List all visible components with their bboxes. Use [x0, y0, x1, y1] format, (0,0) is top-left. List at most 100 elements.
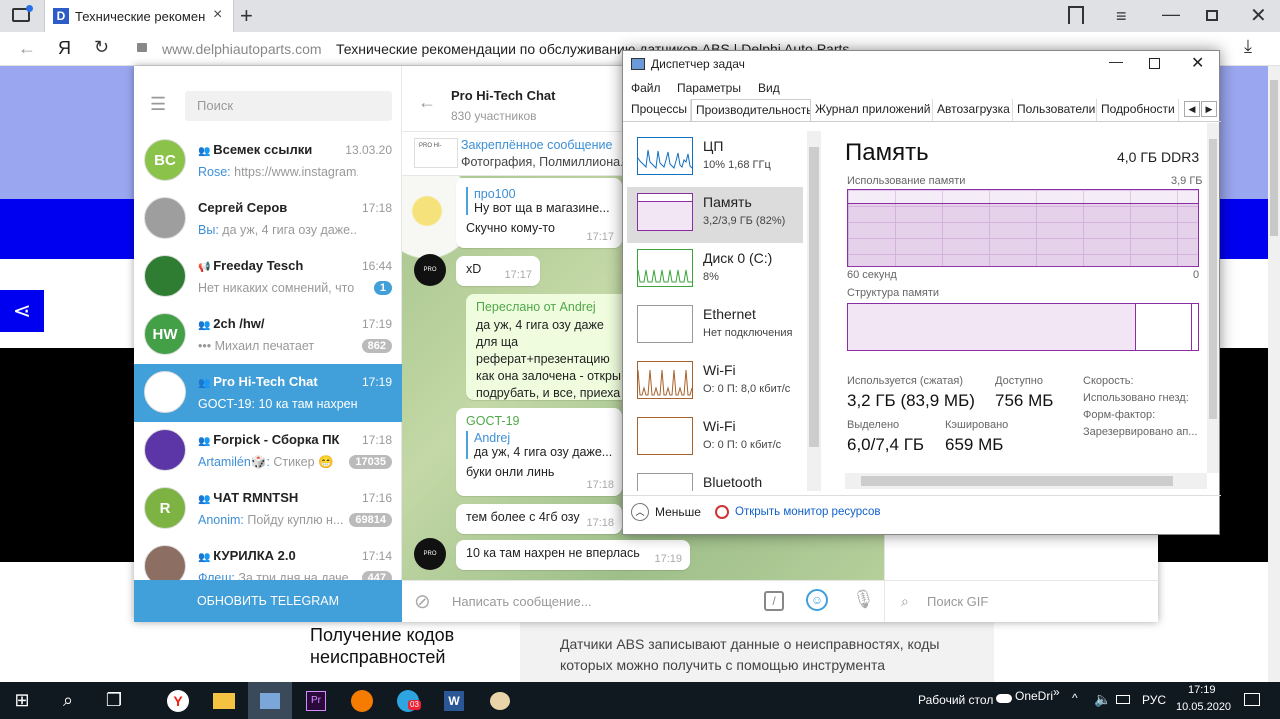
reserved-label: Зарезервировано ап...	[1083, 426, 1198, 438]
message-bubble[interactable]: GOCT-19 Andrej да уж, 4 гига озу даже...…	[456, 408, 622, 496]
battery-icon[interactable]	[1116, 695, 1130, 704]
new-tab-icon[interactable]: +	[240, 3, 253, 29]
search-icon[interactable]: ⌕	[46, 682, 90, 719]
quote-text: да уж, 4 гига озу даже...	[474, 445, 612, 459]
tray-overflow-icon[interactable]: ^	[1072, 691, 1078, 705]
taskmgr-tab[interactable]: Пользователи	[1013, 99, 1097, 121]
chat-item[interactable]: HW 👥 2ch /hw/17:19 ••• Михаил печатает 862	[134, 306, 402, 364]
restore-icon[interactable]	[1206, 10, 1218, 21]
fewer-details-button[interactable]: Меньше	[655, 505, 701, 519]
premiere-icon[interactable]: Pr	[294, 682, 338, 719]
yandex-button[interactable]: Я	[58, 38, 71, 59]
message-bubble[interactable]: тем более с 4гб озу 17:18	[456, 504, 622, 534]
resource-item[interactable]: Диск 0 (C:) 8%	[627, 243, 803, 299]
chat-item[interactable]: 👥 Pro Hi-Tech Chat 17:19 GOCT-19: 10 ка та…	[134, 364, 402, 422]
emoji-icon[interactable]: ☺	[806, 589, 828, 611]
commands-icon[interactable]: /	[764, 591, 784, 611]
resource-item[interactable]: Ethernet Нет подключения	[627, 299, 803, 355]
detail-hscroll-thumb[interactable]	[861, 476, 1173, 486]
volume-icon[interactable]: 🔈	[1094, 691, 1111, 708]
detail-vscroll-thumb[interactable]	[1209, 139, 1217, 419]
back-arrow-icon[interactable]: ←	[418, 92, 436, 113]
chat-item[interactable]: R 👥 ЧАТ RMNTSH 17:16 Anonim: Пойду куплю н.…	[134, 480, 402, 538]
in-use-label: Используется (сжатая)	[847, 375, 964, 387]
taskmgr-tab[interactable]: Подробности	[1097, 99, 1179, 121]
taskmgr-tab[interactable]: Автозагрузка	[933, 99, 1013, 121]
chat-item[interactable]: 📢 Freeday Tesch 16:44 Нет никаких сомнений…	[134, 248, 402, 306]
chat-preview: Artamilén🎲: Стикер 😁	[198, 455, 358, 470]
taskmgr-tab[interactable]: Процессы	[627, 99, 691, 121]
resource-item[interactable]: ЦП 10% 1,68 ГГц	[627, 131, 803, 187]
chat-time: 13.03.20	[345, 143, 392, 157]
back-icon[interactable]: ←	[18, 38, 36, 59]
desktop-toolbar-label[interactable]: Рабочий стол	[918, 693, 993, 707]
chat-title[interactable]: Pro Hi-Tech Chat	[451, 88, 556, 103]
telegram-taskbar-icon[interactable]: 03	[386, 682, 430, 719]
sender-avatar[interactable]: PRO	[414, 538, 446, 570]
bottom-divider	[623, 495, 1221, 496]
tabs-scroll-left[interactable]: ◀	[1184, 101, 1200, 117]
update-telegram-button[interactable]: ОБНОВИТЬ TELEGRAM	[134, 580, 402, 622]
notification-center-icon[interactable]	[1244, 693, 1260, 706]
chat-item[interactable]: BC 👥 Всемек ссылки 13.03.20 Rose: https://w…	[134, 132, 402, 190]
paint-icon[interactable]	[478, 682, 522, 719]
onedrive-cloud-icon[interactable]	[996, 694, 1012, 703]
resource-thumbnail	[637, 249, 693, 287]
start-windows-icon[interactable]: ⊞	[0, 682, 44, 719]
close-window-icon[interactable]: ✕	[1250, 3, 1267, 28]
yandex-browser-icon[interactable]: Y	[156, 682, 200, 719]
forward-label: Переслано от Andrej	[476, 300, 596, 314]
task-manager-taskbar-icon[interactable]	[248, 682, 292, 719]
download-icon[interactable]: ⤓	[1244, 36, 1252, 57]
message-bubble[interactable]: про100 Ну вот ща в магазине... Скучно ко…	[456, 178, 622, 248]
resource-monitor-link[interactable]: Открыть монитор ресурсов	[735, 506, 881, 518]
fewer-details-icon[interactable]: ︿	[631, 503, 649, 521]
chat-list-panel: ☰ Поиск BC 👥 Всемек ссылки 13.03.20 Rose: h…	[134, 66, 402, 622]
share-button[interactable]: ⋖	[0, 290, 44, 332]
message-bubble[interactable]: xD 17:17	[456, 256, 540, 286]
language-indicator[interactable]: РУС	[1142, 693, 1166, 707]
pinned-label: Закреплённое сообщение	[461, 138, 613, 152]
reload-icon[interactable]: ↻	[94, 37, 109, 58]
clock-date[interactable]: 10.05.2020	[1176, 701, 1231, 713]
bookmark-icon[interactable]	[1068, 6, 1084, 24]
address-domain[interactable]: www.delphiautoparts.com	[162, 41, 322, 57]
resource-item[interactable]: Wi-Fi О: 0 П: 8,0 кбит/с	[627, 355, 803, 411]
file-explorer-icon[interactable]	[202, 682, 246, 719]
chat-time: 17:18	[361, 201, 392, 215]
tab-close-icon[interactable]: ×	[213, 6, 222, 24]
message-bubble[interactable]: 10 ка там нахрен не вперлась 17:19	[456, 540, 690, 570]
word-icon[interactable]: W	[432, 682, 476, 719]
tabs-scroll-right[interactable]: ▶	[1201, 101, 1217, 117]
resource-item[interactable]: Bluetooth	[627, 467, 803, 491]
minimize-icon[interactable]: —	[1162, 4, 1180, 25]
resource-item[interactable]: Wi-Fi О: 0 П: 0 кбит/с	[627, 411, 803, 467]
browser-tab-active[interactable]: D Технические рекомендац ×	[44, 0, 234, 32]
gif-search-bar[interactable]: ⌕ Поиск GIF	[885, 580, 1159, 622]
resource-name: Диск 0 (C:)	[703, 250, 773, 266]
chat-item[interactable]: Сергей Серов 17:18 Вы: да уж, 4 гига озу д…	[134, 190, 402, 248]
onedrive-label[interactable]: OneDri	[1015, 689, 1053, 703]
task-view-icon[interactable]: ❐	[92, 682, 136, 719]
microphone-icon[interactable]: 🎙	[852, 589, 875, 610]
tray-chevron-icon[interactable]: »	[1053, 685, 1060, 699]
page-scroll-thumb[interactable]	[1270, 80, 1278, 236]
forwarded-message-bubble[interactable]: Переслано от Andrej да уж, 4 гига озу да…	[466, 294, 636, 400]
taskmgr-tab[interactable]: Производительность	[691, 99, 811, 121]
menu-icon[interactable]: ≡	[1116, 6, 1127, 27]
chat-item[interactable]: 👥 Forpick - Сборка ПК / ...17:18Artamilé…	[134, 422, 402, 480]
resource-item[interactable]: Память 3,2/3,9 ГБ (82%)	[627, 187, 803, 243]
firefox-icon[interactable]	[340, 682, 384, 719]
gif-search-placeholder: Поиск GIF	[927, 594, 989, 609]
search-input[interactable]: Поиск	[185, 91, 392, 121]
clock-time[interactable]: 17:19	[1188, 684, 1216, 696]
attach-icon[interactable]: ⊘	[414, 589, 431, 614]
taskmgr-tab[interactable]: Журнал приложений	[811, 99, 933, 121]
message-input[interactable]: Написать сообщение...	[452, 594, 592, 609]
resource-thumbnail	[637, 361, 693, 399]
resource-scroll-thumb[interactable]	[809, 147, 819, 447]
hamburger-menu-icon[interactable]: ☰	[150, 94, 166, 115]
sender-avatar[interactable]: PRO	[414, 254, 446, 286]
structure-standby	[1136, 304, 1192, 350]
chat-item[interactable]: 👥 КУРИЛКА 2.0 17:14 Флеш: За три дня на да…	[134, 538, 402, 580]
